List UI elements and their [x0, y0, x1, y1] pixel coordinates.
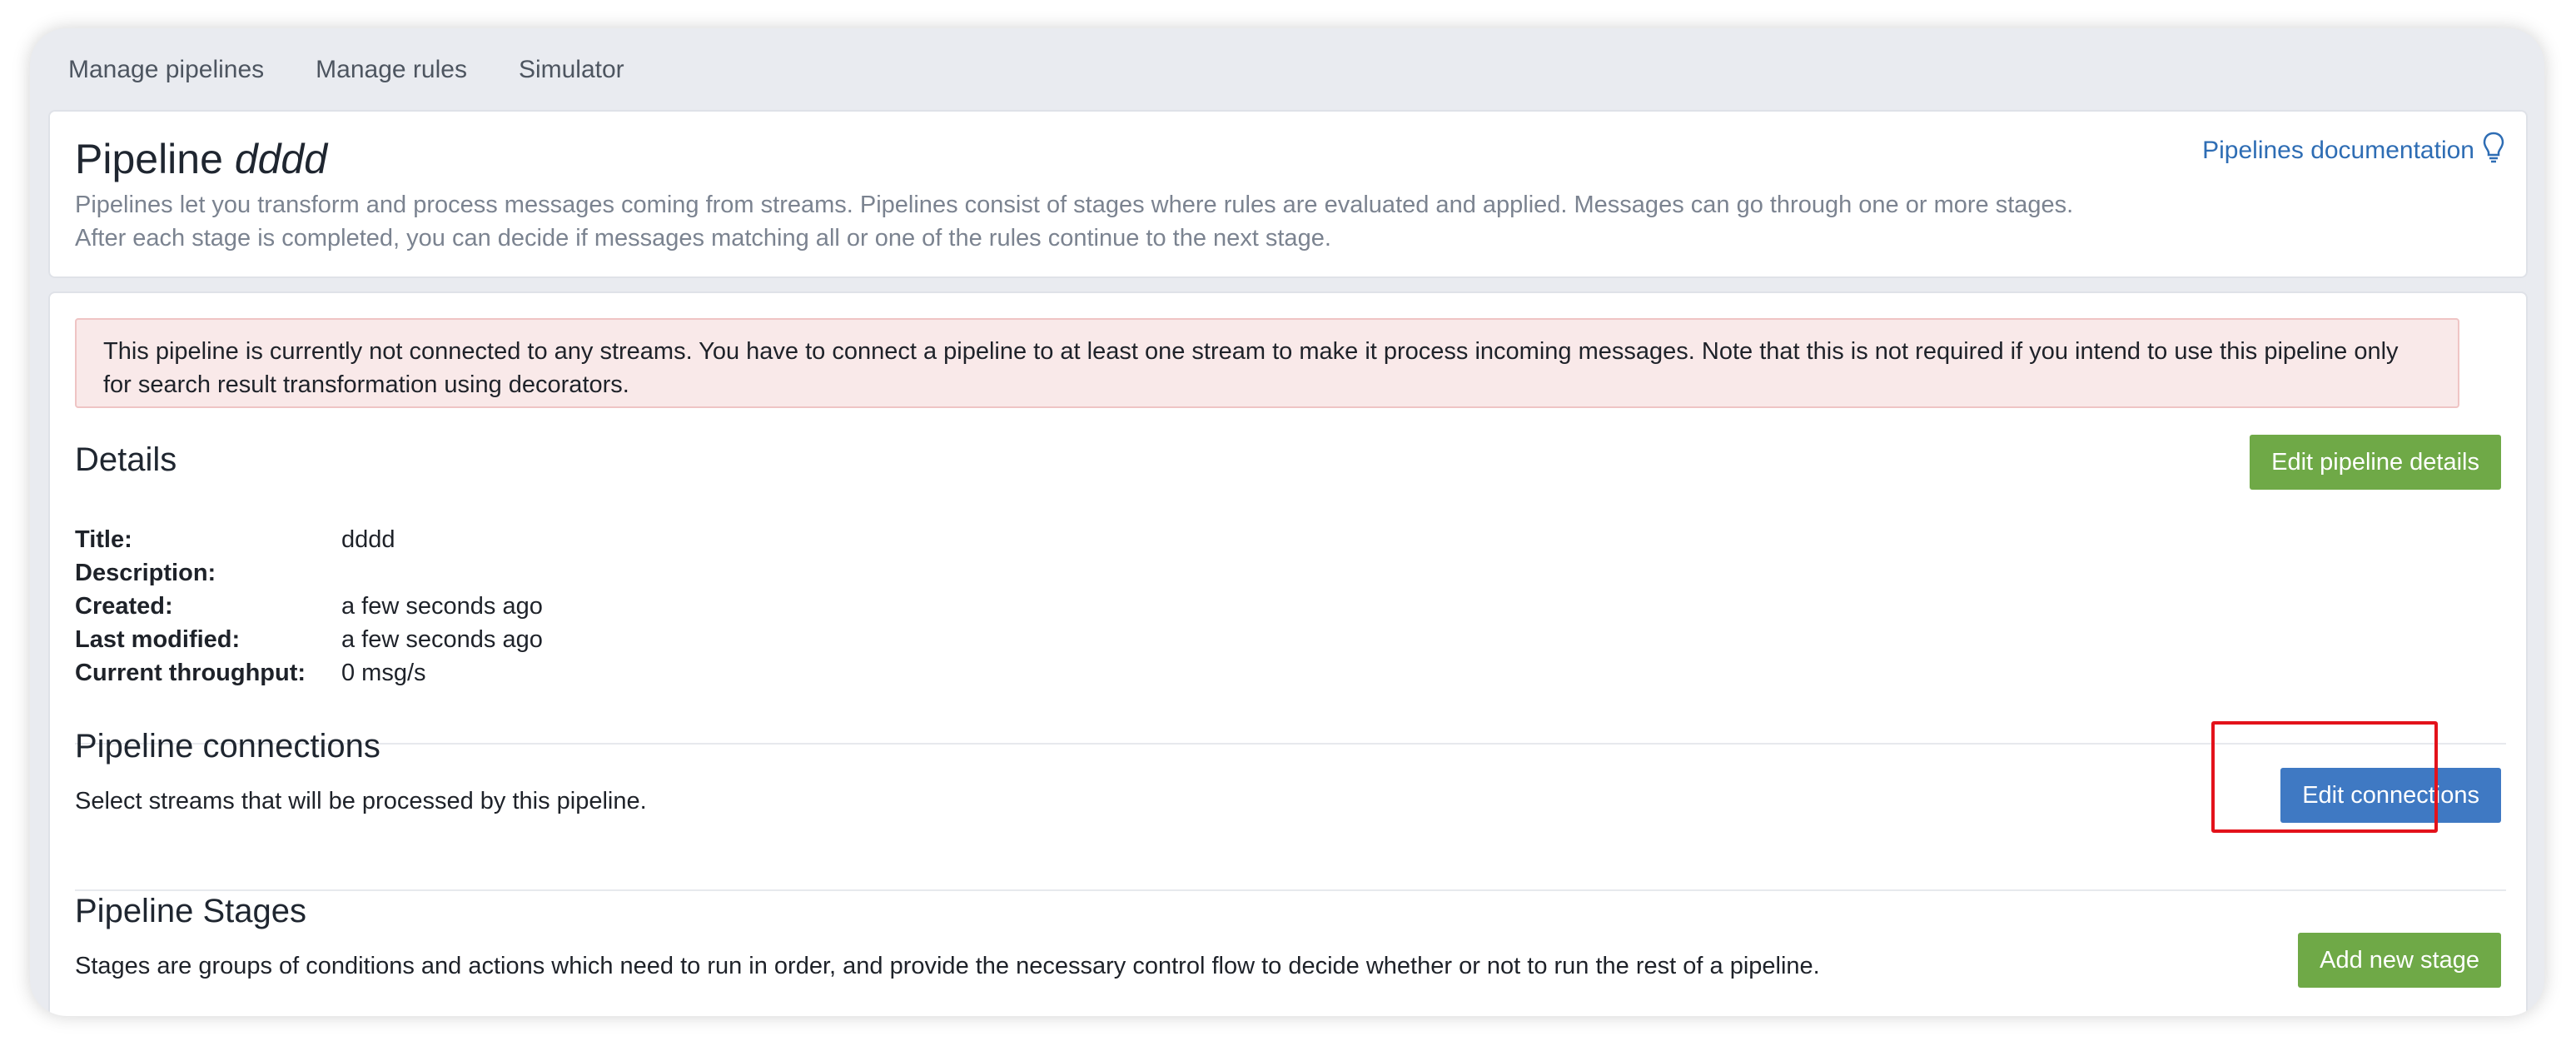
- alert-text-line: for search result transformation using d…: [103, 371, 629, 398]
- not-connected-alert: This pipeline is currently not connected…: [75, 318, 2459, 408]
- page-title: Pipeline dddd: [75, 135, 327, 183]
- section-divider: [75, 743, 2506, 745]
- details-row-throughput: Current throughput: 0 msg/s: [75, 656, 543, 690]
- edit-connections-highlight: [2211, 721, 2438, 833]
- details-label: Current throughput:: [75, 659, 306, 686]
- details-row-description: Description:: [75, 556, 543, 590]
- connections-description: Select streams that will be processed by…: [75, 788, 647, 814]
- details-label: Title:: [75, 525, 132, 553]
- alert-text-line: This pipeline is currently not connected…: [103, 338, 2399, 365]
- edit-pipeline-details-button[interactable]: Edit pipeline details: [2250, 435, 2501, 490]
- details-value: a few seconds ago: [341, 625, 543, 653]
- app-window: Manage pipelines Manage rules Simulator …: [30, 28, 2544, 1016]
- details-label: Last modified:: [75, 625, 241, 653]
- top-nav: Manage pipelines Manage rules Simulator: [30, 28, 2544, 112]
- details-title: Details: [75, 441, 177, 478]
- page-description-line: Pipelines let you transform and process …: [75, 192, 2074, 218]
- details-label: Description:: [75, 559, 216, 586]
- lightbulb-icon: [2483, 132, 2504, 170]
- connections-title: Pipeline connections: [75, 728, 380, 765]
- page-header: Pipeline dddd Pipelines let you transfor…: [48, 110, 2528, 278]
- page-title-prefix: Pipeline: [75, 136, 223, 182]
- nav-manage-rules[interactable]: Manage rules: [316, 56, 467, 84]
- details-label: Created:: [75, 592, 173, 620]
- details-value: a few seconds ago: [341, 592, 543, 620]
- nav-simulator[interactable]: Simulator: [519, 56, 624, 84]
- details-value: dddd: [341, 525, 395, 553]
- section-divider: [75, 889, 2506, 891]
- details-row-last-modified: Last modified: a few seconds ago: [75, 623, 543, 656]
- nav-manage-pipelines[interactable]: Manage pipelines: [68, 56, 264, 84]
- pipeline-name: dddd: [234, 136, 328, 182]
- details-row-created: Created: a few seconds ago: [75, 590, 543, 623]
- pipeline-content: This pipeline is currently not connected…: [48, 291, 2528, 1016]
- page-description-line: After each stage is completed, you can d…: [75, 225, 1331, 252]
- stages-description: Stages are groups of conditions and acti…: [75, 953, 1820, 979]
- page-description: Pipelines let you transform and process …: [75, 188, 2073, 255]
- details-list: Title: dddd Description: Created: a few …: [75, 523, 543, 690]
- details-row-title: Title: dddd: [75, 523, 543, 556]
- docs-link-label: Pipelines documentation: [2202, 137, 2474, 164]
- stages-title: Pipeline Stages: [75, 893, 306, 929]
- details-value: 0 msg/s: [341, 659, 426, 686]
- add-new-stage-button[interactable]: Add new stage: [2298, 933, 2501, 988]
- pipelines-documentation-link[interactable]: Pipelines documentation: [2202, 132, 2504, 170]
